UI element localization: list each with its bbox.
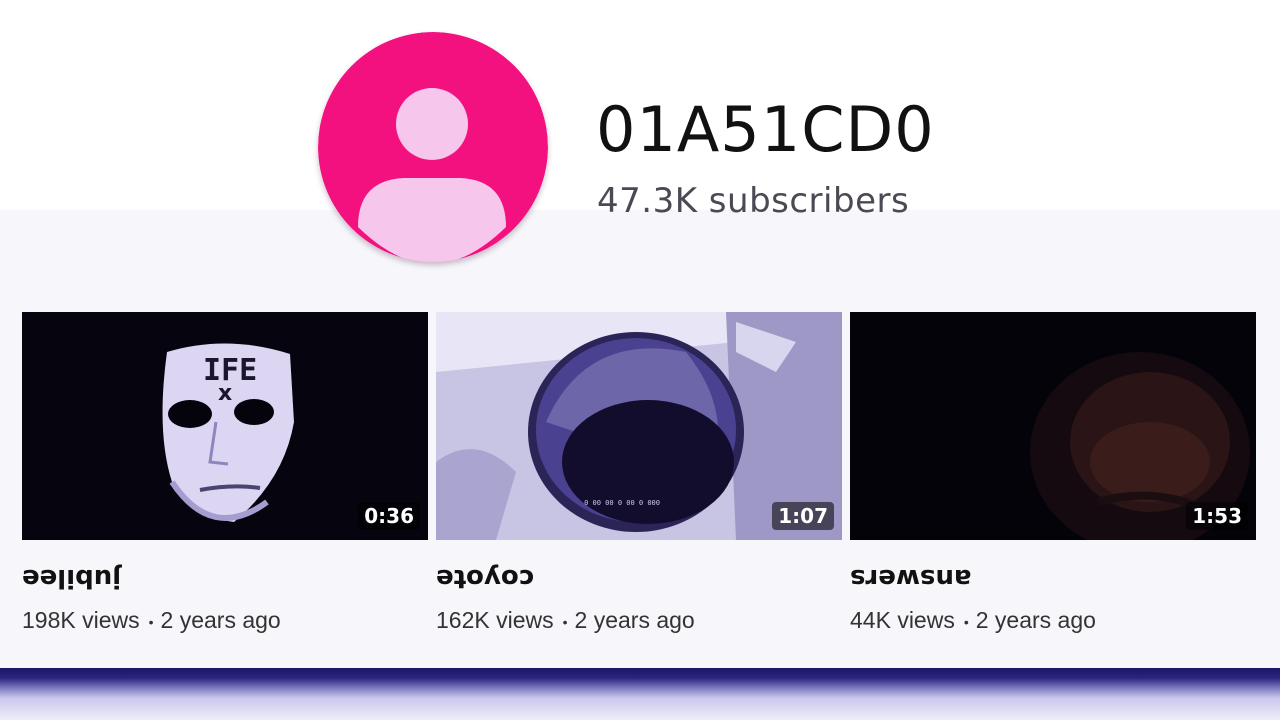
upload-age: 2 years ago (574, 607, 695, 633)
view-count: 198K views (22, 607, 140, 633)
upload-age: 2 years ago (160, 607, 281, 633)
subscriber-count: 47.3K subscribers (597, 181, 910, 221)
svg-text:000 0 00 0 00 00 0: 000 0 00 0 00 00 0 (584, 498, 660, 506)
video-title[interactable]: jubilee (22, 562, 121, 594)
video-duration: 1:07 (772, 502, 834, 530)
meta-separator: • (148, 613, 154, 630)
channel-name[interactable]: 01A51CD0 (596, 92, 935, 168)
video-meta: 44K views • 2 years ago (850, 606, 1096, 636)
upload-age: 2 years ago (975, 607, 1096, 633)
video-thumbnail[interactable]: 000 0 00 0 00 00 0 1:07 (436, 312, 842, 540)
video-card[interactable]: 000 0 00 0 00 00 0 1:07 coyote 162K view… (436, 312, 842, 642)
channel-avatar[interactable] (318, 32, 548, 262)
view-count: 162K views (436, 607, 554, 633)
video-meta: 198K views • 2 years ago (22, 606, 281, 636)
video-thumbnail[interactable]: 1:53 (850, 312, 1256, 540)
svg-text:x: x (218, 381, 232, 406)
video-thumbnail[interactable]: IFE x 0:36 (22, 312, 428, 540)
video-card[interactable]: 1:53 answers 44K views • 2 years ago (850, 312, 1256, 642)
view-count: 44K views (850, 607, 955, 633)
video-title[interactable]: answers (850, 562, 971, 594)
bottom-bar (0, 668, 1280, 720)
meta-separator: • (963, 613, 969, 630)
default-user-avatar-icon (318, 32, 548, 262)
video-duration: 0:36 (358, 502, 420, 530)
video-title[interactable]: coyote (436, 562, 534, 594)
video-duration: 1:53 (1186, 502, 1248, 530)
meta-separator: • (562, 613, 568, 630)
video-meta: 162K views • 2 years ago (436, 606, 695, 636)
video-card[interactable]: IFE x 0:36 jubilee 198K views • 2 years ag… (22, 312, 428, 642)
